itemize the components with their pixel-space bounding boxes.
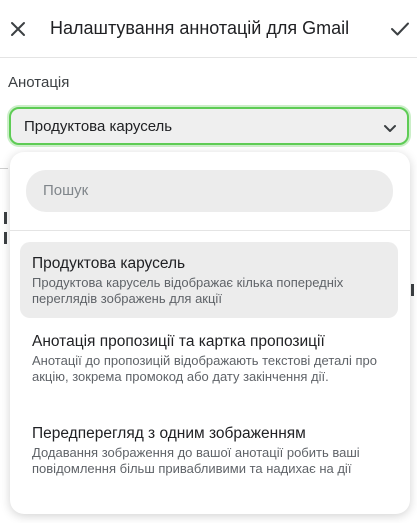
option-description: Продуктова карусель відображає кілька по… — [32, 275, 344, 306]
background-divider — [0, 168, 8, 169]
background-text-fragment — [411, 284, 414, 296]
option-description: Додавання зображення до вашої анотації р… — [32, 445, 360, 476]
option-title: Передперегляд з одним зображенням — [32, 425, 306, 442]
annotation-type-dropdown: Пошук Продуктова карусель Продуктова кар… — [10, 152, 410, 514]
annotation-type-select[interactable]: Продуктова карусель — [9, 107, 409, 145]
option-description: Анотації до пропозицій відображають текс… — [32, 353, 377, 384]
background-text-fragment — [4, 232, 7, 244]
close-button[interactable] — [6, 17, 30, 41]
search-placeholder: Пошук — [43, 182, 89, 199]
search-input[interactable]: Пошук — [26, 170, 393, 212]
background-text-fragment — [4, 212, 7, 224]
option-offer-annotation[interactable]: Анотація пропозиції та картка пропозиції… — [20, 320, 398, 406]
close-icon — [11, 22, 25, 36]
option-title: Анотація пропозиції та картка пропозиції — [32, 333, 325, 350]
check-icon — [391, 22, 409, 36]
option-single-image-preview[interactable]: Передперегляд з одним зображенням Додава… — [20, 412, 398, 498]
top-bar: Налаштування аннотацій для Gmail — [0, 0, 417, 58]
confirm-button[interactable] — [388, 17, 412, 41]
divider — [10, 230, 410, 231]
page-title: Налаштування аннотацій для Gmail — [50, 18, 350, 38]
option-title: Продуктова карусель — [32, 255, 186, 272]
option-product-carousel[interactable]: Продуктова карусель Продуктова карусель … — [20, 242, 398, 318]
chevron-down-icon — [384, 125, 396, 132]
annotation-type-value: Продуктова карусель — [24, 118, 173, 135]
annotation-label: Анотація — [8, 74, 70, 91]
